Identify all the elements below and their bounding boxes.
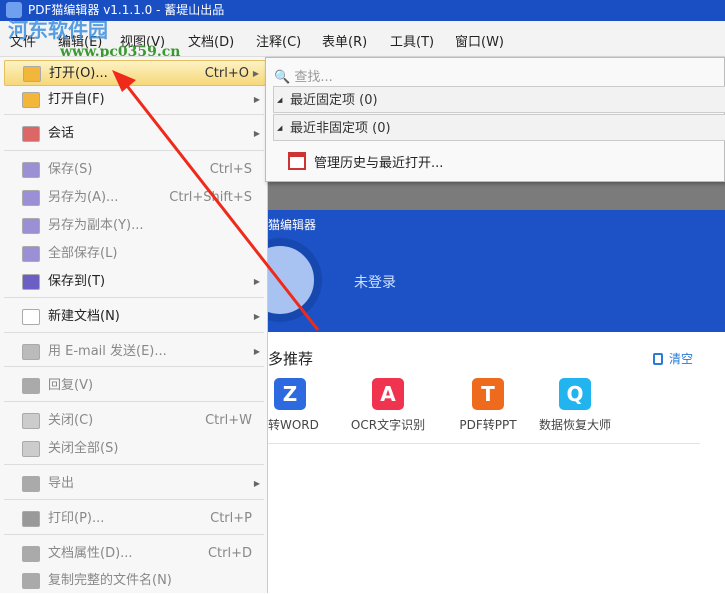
annotation-arrow (112, 70, 320, 331)
